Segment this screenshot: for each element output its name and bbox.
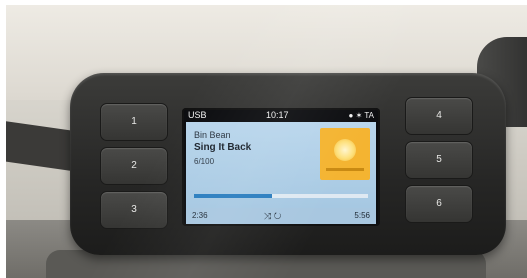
dashboard-trim (6, 118, 79, 172)
preset-button-6[interactable]: 6 (405, 185, 473, 223)
preset-buttons-right: 4 5 6 (405, 97, 473, 229)
head-unit-bezel: 1 2 3 USB 10:17 ● ✶ TA Bin Bean Sing It … (70, 73, 506, 255)
preset-button-4[interactable]: 4 (405, 97, 473, 135)
progress-bar (194, 194, 368, 198)
total-time: 5:56 (354, 211, 370, 220)
preset-button-3[interactable]: 3 (100, 191, 168, 229)
album-art-caption (326, 168, 364, 171)
preset-button-5[interactable]: 5 (405, 141, 473, 179)
album-art (320, 128, 370, 180)
status-bar: USB 10:17 ● ✶ TA (186, 110, 376, 121)
preset-button-1[interactable]: 1 (100, 103, 168, 141)
status-icons: ● ✶ TA (348, 111, 374, 120)
shuffle-repeat-icons[interactable]: ⤨ ↻ (264, 208, 281, 224)
infotainment-screen: USB 10:17 ● ✶ TA Bin Bean Sing It Back 6… (182, 108, 380, 226)
artist-name: Bin Bean (194, 130, 231, 140)
now-playing-panel: Bin Bean Sing It Back 6/100 (186, 122, 376, 208)
source-label: USB (188, 110, 207, 120)
progress-fill (194, 194, 273, 198)
preset-button-2[interactable]: 2 (100, 147, 168, 185)
track-title: Sing It Back (194, 142, 252, 153)
elapsed-time: 2:36 (192, 211, 208, 220)
preset-buttons-left: 1 2 3 (100, 103, 168, 235)
playback-footer: 2:36 ⤨ ↻ 5:56 (186, 208, 376, 224)
album-art-disc-icon (334, 139, 356, 161)
track-count: 6/100 (194, 157, 215, 166)
car-dashboard-photo: 1 2 3 USB 10:17 ● ✶ TA Bin Bean Sing It … (6, 5, 527, 278)
clock: 10:17 (266, 110, 289, 120)
